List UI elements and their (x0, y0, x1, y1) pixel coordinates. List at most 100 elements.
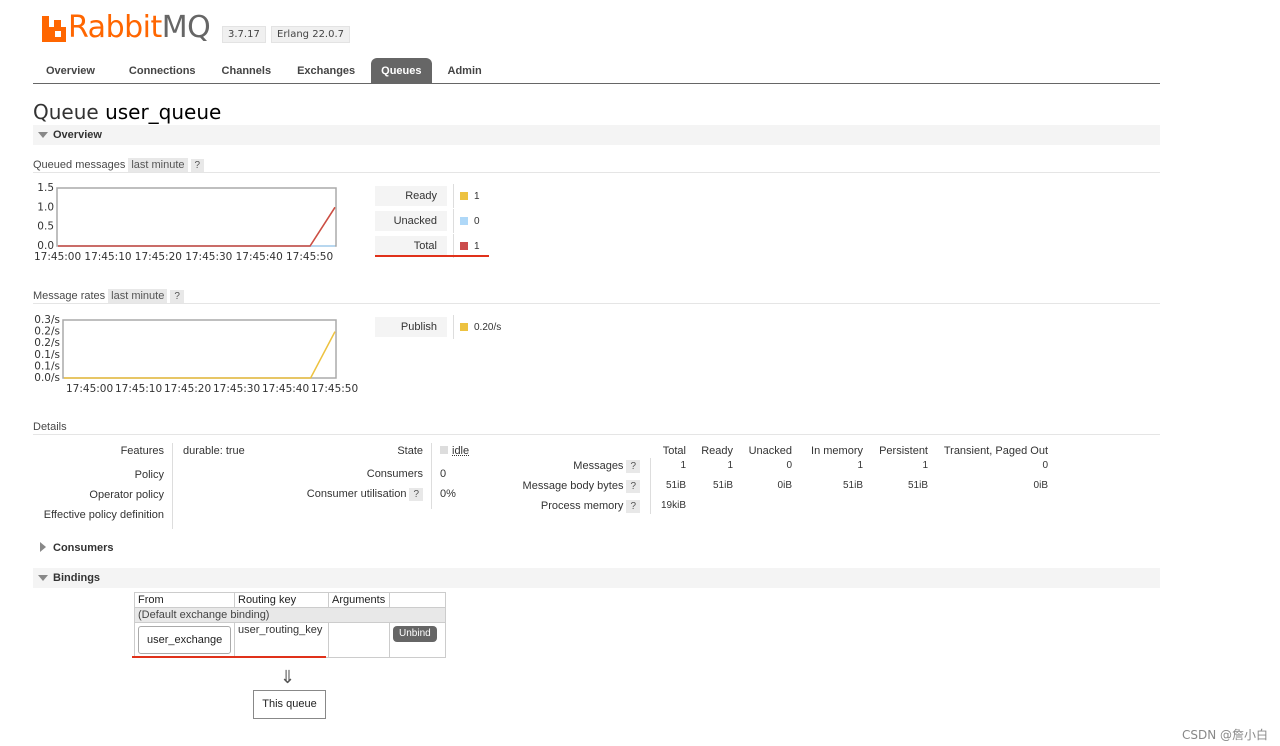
rates-legend: Publish 0.20/s (375, 315, 501, 339)
col-routing-key: Routing key (235, 593, 329, 607)
state-value: idle (440, 445, 469, 457)
help-button[interactable]: ? (409, 488, 423, 501)
stats-header-ready: Ready (701, 445, 733, 457)
col-from: From (135, 593, 235, 607)
queued-legend: Ready 1 Unacked 0 Total 1 (375, 184, 480, 258)
main-nav-tabs: Overview Connections Channels Exchanges … (36, 58, 498, 84)
section-consumers-toggle[interactable]: Consumers (33, 538, 1160, 558)
tab-connections[interactable]: Connections (119, 58, 206, 84)
x-tick-label: 17:45:10 (115, 383, 162, 395)
stats-cell: 51iB (842, 480, 863, 491)
x-tick-label: 17:45:00 (66, 383, 113, 395)
tab-overview[interactable]: Overview (36, 58, 105, 84)
stats-cell: 1 (922, 460, 928, 471)
divider (33, 434, 1160, 435)
stats-cell: 1 (680, 460, 686, 471)
details-heading: Details (33, 421, 67, 433)
y-tick-label: 1.0 (37, 201, 54, 213)
stats-cell: 51iB (665, 480, 686, 491)
y-tick-label: 0.1/s (34, 360, 60, 372)
down-arrow-icon: ⇓ (280, 667, 296, 687)
help-button[interactable]: ? (626, 460, 640, 473)
help-button[interactable]: ? (190, 159, 205, 172)
stats-row-label-messages: Messages? (490, 460, 640, 473)
features-value: durable: true (183, 445, 245, 457)
stats-header-unacked: Unacked (748, 445, 792, 457)
queue-name: user_queue (105, 100, 222, 124)
rabbitmq-logo: RabbitMQ (42, 10, 211, 45)
swatch-total (460, 242, 468, 250)
page-title: Queue user_queue (33, 100, 222, 124)
stats-cell: 19kiB (660, 500, 686, 511)
y-tick-label: 0.1/s (34, 349, 60, 361)
stats-cell: 0 (1042, 460, 1048, 471)
watermark: CSDN @詹小白 (1181, 728, 1268, 742)
effective-policy-label: Effective policy definition (43, 509, 164, 521)
bindings-table: From Routing key Arguments (Default exch… (134, 592, 446, 658)
x-tick-label: 17:45:10 (84, 251, 131, 263)
routing-key-value: user_routing_key (235, 623, 329, 657)
legend-publish: Publish 0.20/s (375, 315, 501, 339)
collapse-triangle-icon (38, 132, 48, 138)
consumer-utilisation-label: Consumer utilisation? (280, 488, 423, 501)
arguments-value (329, 623, 390, 657)
version-badge: 3.7.17 (222, 26, 266, 43)
stats-cell: 1 (727, 460, 733, 471)
x-tick-label: 17:45:40 (236, 251, 283, 263)
y-tick-label: 0.0/s (34, 372, 60, 384)
plot-frame (62, 319, 337, 379)
logo-text: RabbitMQ (68, 10, 211, 45)
help-button[interactable]: ? (626, 480, 640, 493)
help-button[interactable]: ? (170, 290, 184, 303)
y-tick-label: 0.2/s (34, 326, 60, 338)
state-label: State (397, 445, 423, 457)
tab-admin[interactable]: Admin (438, 58, 492, 84)
stats-header-total: Total (662, 445, 686, 457)
policy-label: Policy (134, 469, 164, 481)
message-rates-chart: 0.0/s0.1/s0.1/s0.2/s0.2/s0.3/s17:45:00 17… (34, 315, 358, 395)
consumers-label: Consumers (366, 468, 423, 480)
range-selector[interactable]: last minute (108, 289, 168, 303)
legend-total: Total 1 (375, 234, 480, 258)
section-overview-toggle[interactable]: Overview (33, 125, 1160, 145)
tab-exchanges[interactable]: Exchanges (287, 58, 365, 84)
section-bindings-toggle[interactable]: Bindings (33, 568, 1160, 588)
stats-cell: 1 (857, 460, 863, 471)
rabbitmq-logo-icon (42, 16, 66, 42)
tabs-divider (33, 83, 1160, 84)
stats-header-transient: Transient, Paged Out (943, 445, 1048, 457)
tab-queues[interactable]: Queues (371, 58, 432, 84)
stats-cell: 0iB (777, 480, 792, 491)
stats-cell: 51iB (712, 480, 733, 491)
highlight-underline-binding (132, 656, 326, 658)
stats-row-label-process-memory: Process memory? (490, 500, 640, 513)
bindings-table-header: From Routing key Arguments (135, 593, 445, 608)
y-tick-label: 0.5 (37, 221, 54, 233)
erlang-version-badge: Erlang 22.0.7 (271, 26, 351, 43)
expand-triangle-icon (40, 542, 46, 552)
features-label: Features (120, 445, 164, 457)
divider (33, 172, 1160, 173)
range-selector[interactable]: last minute (128, 158, 188, 172)
stats-header-in-memory: In memory (811, 445, 863, 457)
state-indicator-icon (440, 446, 448, 454)
plot-frame (56, 187, 337, 247)
exchange-link-user-exchange[interactable]: user_exchange (138, 626, 231, 654)
stats-header-persistent: Persistent (879, 445, 928, 457)
x-tick-label: 17:45:20 (135, 251, 182, 263)
help-button[interactable]: ? (626, 500, 640, 513)
this-queue-box: This queue (253, 690, 326, 719)
legend-unacked: Unacked 0 (375, 209, 480, 233)
x-tick-label: 17:45:20 (164, 383, 211, 395)
stats-cell: 0 (786, 460, 792, 471)
unbind-button[interactable]: Unbind (393, 626, 437, 642)
divider (33, 303, 1160, 304)
tab-channels[interactable]: Channels (212, 58, 282, 84)
collapse-triangle-icon (38, 575, 48, 581)
stats-cell: 51iB (907, 480, 928, 491)
x-tick-label: 17:45:50 (286, 251, 333, 263)
consumers-value: 0 (440, 468, 447, 480)
divider (172, 443, 173, 529)
y-tick-label: 1.5 (37, 183, 54, 194)
y-tick-label: 0.2/s (34, 337, 60, 349)
